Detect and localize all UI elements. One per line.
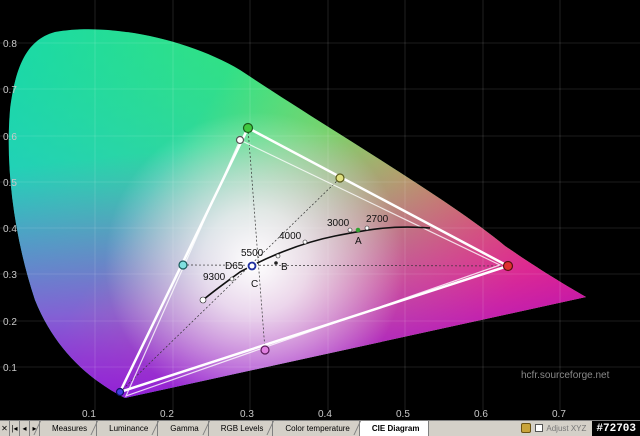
cyan-secondary-marker [178,260,188,270]
x-tick-label: 0.3 [240,409,254,420]
probe-icon[interactable] [521,423,532,433]
x-tick-label: 0.6 [474,409,488,420]
close-icon[interactable]: ✕ [0,421,10,436]
tab-gamma[interactable]: Gamma [158,421,209,436]
x-axis-labels: 0.1 0.2 0.3 0.4 0.5 0.6 0.7 [82,409,566,420]
label-2700: 2700 [366,214,389,225]
watermark: hcfr.sourceforge.net [521,370,610,381]
first-tab-icon[interactable]: |◂ [10,421,20,436]
x-tick-label: 0.2 [160,409,174,420]
tab-label: RGB Levels [220,424,264,433]
tab-cie-diagram[interactable]: CIE Diagram [359,421,430,436]
cie-diagram-window: 0.8 0.7 0.6 0.5 0.4 0.3 0.2 0.1 0.1 0.2 … [0,0,640,436]
label-a: A [355,236,362,247]
label-9300: 9300 [203,272,226,283]
tab-measures[interactable]: Measures [40,421,98,436]
blue-primary-marker [115,387,125,397]
label-c: C [251,279,258,290]
spectral-locus [8,29,586,399]
image-tag: #72703 [592,421,640,436]
green-primary-marker [242,122,254,134]
x-tick-label: 0.5 [396,409,410,420]
label-b: B [281,262,288,273]
y-tick-label: 0.3 [3,270,17,281]
y-tick-label: 0.5 [3,178,17,189]
label-d65: D65 [225,261,244,272]
tab-rgb-levels[interactable]: RGB Levels [209,421,274,436]
tab-label: Measures [52,424,88,433]
label-5500: 5500 [241,248,264,259]
tab-luminance[interactable]: Luminance [97,421,159,436]
x-tick-label: 0.1 [82,409,96,420]
magenta-secondary-marker [260,345,270,355]
adjust-xyz-label: Adjust XYZ [546,424,587,433]
red-primary-marker [502,260,514,272]
x-tick-label: 0.7 [552,409,566,420]
yellow-secondary-marker [335,173,345,183]
tab-bar-spacer [429,421,517,436]
y-tick-label: 0.1 [3,363,17,374]
tab-label: Luminance [109,424,149,433]
y-tick-label: 0.2 [3,317,17,328]
y-tick-label: 0.8 [3,39,17,50]
illuminant-a-dot [355,227,361,233]
tab-label: Gamma [170,424,199,433]
y-tick-label: 0.4 [3,224,17,235]
tab-color-temperature[interactable]: Color temperature [273,421,360,436]
x-tick-label: 0.4 [318,409,332,420]
prev-tab-icon[interactable]: ◂ [20,421,30,436]
label-3000: 3000 [327,218,350,229]
tab-bar: ✕ |◂ ◂ ▸ Measures Luminance Gamma RGB Le… [0,420,640,436]
y-tick-label: 0.7 [3,85,17,96]
tab-label: Color temperature [285,424,350,433]
cie-diagram: 0.8 0.7 0.6 0.5 0.4 0.3 0.2 0.1 0.1 0.2 … [0,0,640,420]
y-tick-label: 0.6 [3,132,17,143]
tab-label: CIE Diagram [371,424,420,433]
adjust-xyz-checkbox[interactable] [535,424,544,432]
label-4000: 4000 [279,231,302,242]
